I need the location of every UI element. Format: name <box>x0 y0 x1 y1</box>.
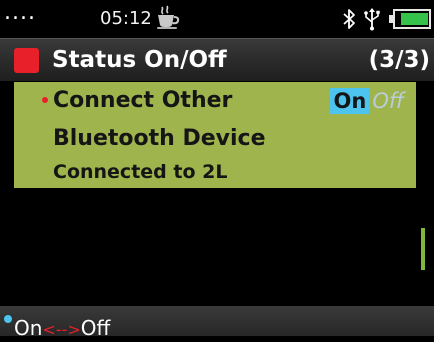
setting-sublabel-row: Bluetooth Device <box>14 120 416 156</box>
softkey-on-label: On <box>14 316 43 340</box>
title-bar: Status On/Off (3/3) <box>0 38 434 81</box>
clock: 05:12 <box>100 8 152 29</box>
softkey-dot-icon <box>4 315 12 323</box>
toggle-off-option[interactable]: Off <box>369 88 408 114</box>
setting-detail-row: Connected to 2L <box>14 156 416 188</box>
bluetooth-icon <box>343 9 355 29</box>
battery-icon <box>389 9 431 29</box>
scrollbar[interactable] <box>421 188 425 270</box>
softkey-off-label: Off <box>80 316 111 340</box>
setting-label: Connect Other <box>53 88 233 113</box>
selection-bullet <box>42 97 48 103</box>
page-title: Status On/Off <box>52 47 227 73</box>
title-marker <box>14 48 39 73</box>
usb-icon <box>364 8 380 31</box>
on-off-toggle[interactable]: On Off <box>329 88 409 114</box>
softkey-bar: On<-->Off <box>0 306 434 340</box>
coffee-cup-icon <box>157 5 180 29</box>
page-indicator: (3/3) <box>368 47 430 73</box>
softkey-arrow: <--> <box>42 320 81 339</box>
toggle-on-option[interactable]: On <box>329 88 370 114</box>
setting-row-connect-other[interactable]: Connect Other On Off <box>14 82 416 120</box>
setting-sublabel: Bluetooth Device <box>53 126 266 151</box>
signal-dots: .... <box>4 0 36 25</box>
setting-panel: Connect Other On Off Bluetooth Device Co… <box>14 82 416 188</box>
status-bar: .... 05:12 <box>0 0 434 38</box>
softkey-toggle-hint[interactable]: On<-->Off <box>14 316 110 342</box>
connection-status: Connected to 2L <box>53 161 228 183</box>
scrollbar-thumb[interactable] <box>421 228 425 270</box>
